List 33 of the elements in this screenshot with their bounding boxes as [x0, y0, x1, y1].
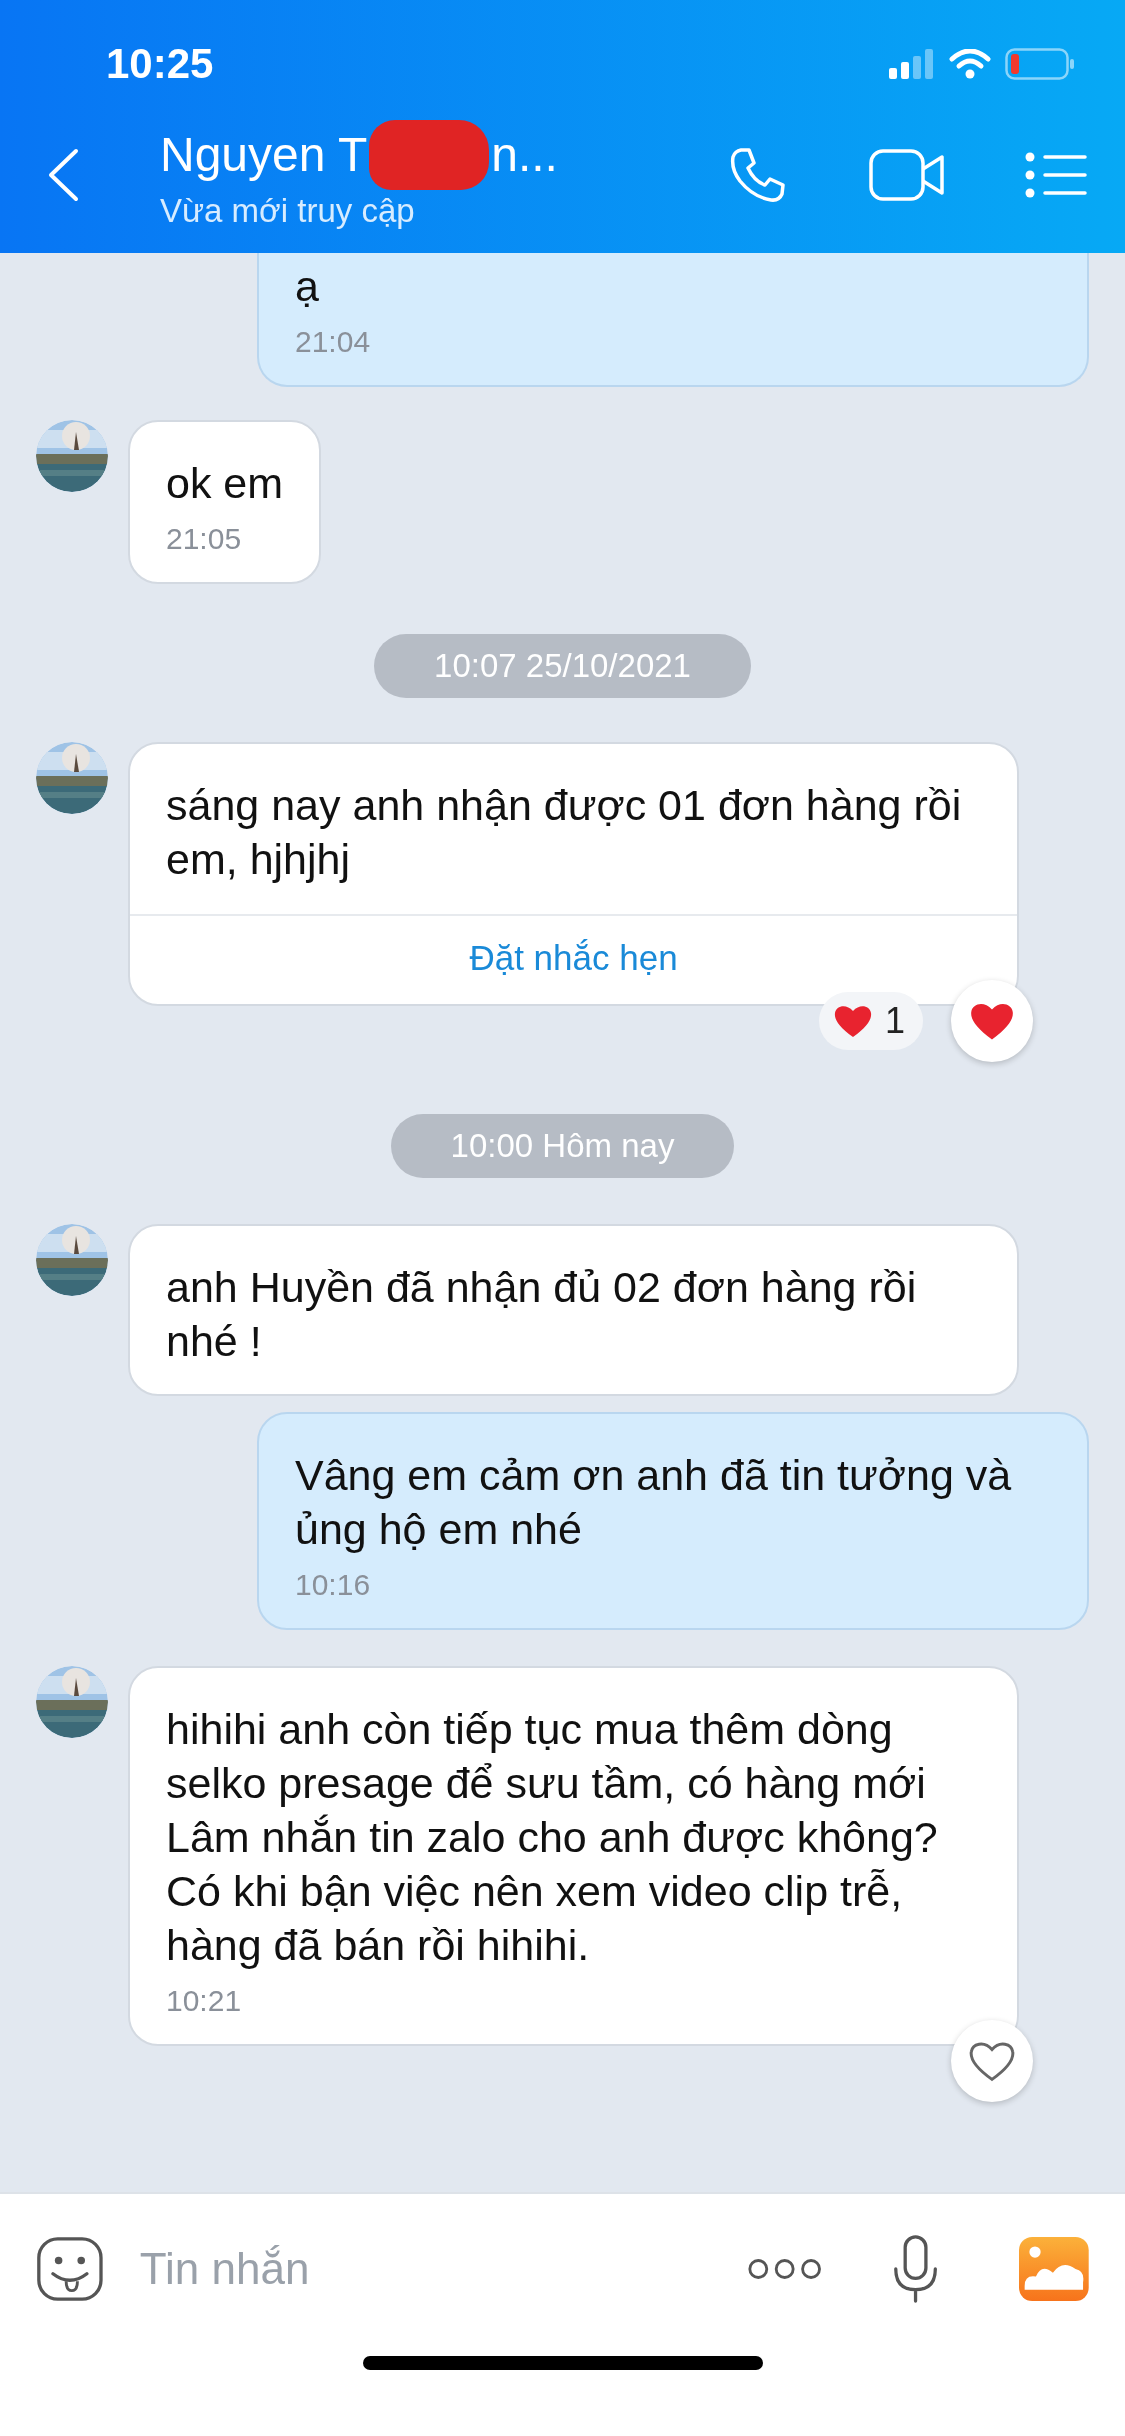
message-text: ạ [295, 261, 320, 312]
microphone-icon[interactable] [892, 2233, 940, 2305]
battery-icon [1005, 48, 1075, 80]
video-call-icon[interactable] [869, 149, 945, 201]
signal-icon [889, 49, 935, 79]
message-text: sáng nay anh nhận được 01 đơn hàng rồi em, hjhjhj [166, 780, 963, 885]
message-text: hihihi anh còn tiếp tục mua thêm dòng selko presage để sưu tầm, có hàng mới Lâm nhắn tin zalo cho anh được không? Có khi bận việc nên xem video clip trễ, hàng đã bán rồi hihihi. [166, 1704, 939, 1971]
contact-name: n... [491, 127, 558, 183]
sticker-icon[interactable] [36, 2234, 104, 2304]
more-icon[interactable] [746, 2256, 823, 2282]
like-button[interactable] [951, 2020, 1033, 2102]
contact-status: Vừa mới truy cập [160, 192, 416, 230]
like-button[interactable] [951, 980, 1033, 1062]
status-time: 10:25 [106, 40, 214, 88]
message-text: anh Huyền đã nhận đủ 02 đơn hàng rồi nhé ! [166, 1262, 918, 1367]
heart-icon [969, 2040, 1015, 2082]
back-icon[interactable] [46, 148, 80, 202]
message-time: 10:21 [166, 1984, 243, 2018]
heart-icon [832, 1003, 873, 1039]
message-input[interactable]: Tin nhắn [137, 2243, 717, 2295]
image-icon[interactable] [1019, 2235, 1089, 2303]
message-time: 10:16 [295, 1568, 372, 1602]
menu-icon[interactable] [1025, 152, 1087, 198]
date-divider: 10:07 25/10/2021 [374, 634, 751, 698]
message-text: Vâng em cảm ơn anh đã tin tưởng và ủng hộ em nhé [295, 1450, 1013, 1555]
contact-name: Nguyen T [160, 127, 368, 183]
message-text: ok em [166, 458, 284, 509]
reaction-count[interactable]: 1 [818, 992, 923, 1050]
set-reminder-link[interactable]: Đặt nhắc hẹn [469, 938, 678, 977]
message-time: 21:05 [166, 522, 243, 556]
message-time: 21:04 [295, 325, 372, 359]
wifi-icon [949, 49, 991, 79]
date-divider: 10:00 Hôm nay [390, 1114, 735, 1178]
